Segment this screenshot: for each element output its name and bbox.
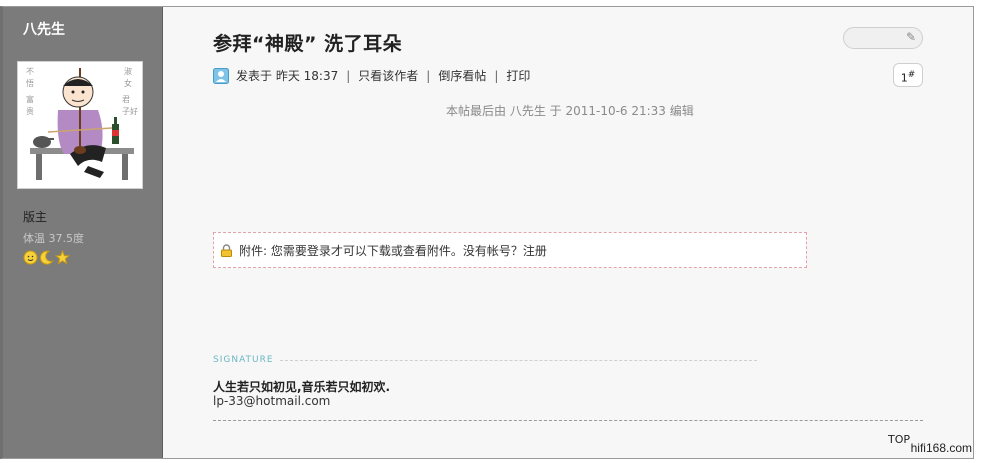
site-watermark: hifi168.com xyxy=(910,441,972,455)
register-link[interactable]: 注册 xyxy=(523,242,547,259)
avatar[interactable]: 不悟 富贵 淑女 君子好 xyxy=(17,61,143,189)
lock-icon xyxy=(221,243,232,257)
edited-note: 本帖最后由 八先生 于 2011-10-6 21:33 编辑 xyxy=(446,104,694,118)
post-search-pill[interactable]: ✎ xyxy=(843,27,923,49)
post-time: 发表于 昨天 18:37 xyxy=(236,69,339,83)
signature-divider: SIGNATURE xyxy=(213,355,757,365)
svg-text:不: 不 xyxy=(26,67,34,76)
pen-icon: ✎ xyxy=(905,30,916,44)
author-role: 版主 xyxy=(23,210,48,224)
reverse-order-link[interactable]: 倒序看帖 xyxy=(438,67,486,84)
floor-suffix: # xyxy=(907,70,916,80)
attachment-notice: 附件: 您需要登录才可以下载或查看附件。没有帐号？ 注册 xyxy=(213,232,807,268)
svg-text:悟: 悟 xyxy=(26,78,34,88)
star-medal-icon[interactable] xyxy=(55,250,70,265)
signature-email: lp-33@hotmail.com xyxy=(213,394,331,408)
post-content: 参拜“神殿” 洗了耳朵 ✎ 发表于 昨天 18:37 | 只看该作者 | 倒序看… xyxy=(163,7,973,458)
svg-text:贵: 贵 xyxy=(26,106,34,116)
meta-separator: | xyxy=(426,68,431,83)
medal-list xyxy=(23,250,70,265)
signature-line xyxy=(279,359,757,361)
author-sidebar: 八先生 不悟 富贵 淑女 君子好 版主 体温 37.5度 xyxy=(3,7,163,458)
author-temperature: 体温 37.5度 xyxy=(23,232,84,245)
signature-text: 人生若只如初见,音乐若只如初欢. xyxy=(213,380,391,394)
svg-text:子好: 子好 xyxy=(122,106,138,116)
avatar-illustration: 不悟 富贵 淑女 君子好 xyxy=(18,62,142,188)
post-title: 参拜“神殿” 洗了耳朵 xyxy=(213,33,403,55)
floor-number: 1 xyxy=(900,71,908,85)
svg-text:君: 君 xyxy=(122,95,130,104)
moon-medal-icon[interactable] xyxy=(39,250,54,265)
svg-text:女: 女 xyxy=(124,78,132,88)
sun-medal-icon[interactable] xyxy=(23,250,38,265)
svg-text:淑: 淑 xyxy=(124,66,132,76)
attachment-text: 附件: 您需要登录才可以下载或查看附件。没有帐号？ xyxy=(239,243,523,258)
signature-label: SIGNATURE xyxy=(213,355,274,365)
svg-text:富: 富 xyxy=(26,94,34,104)
post-meta: 发表于 昨天 18:37 | 只看该作者 | 倒序看帖 | 打印 xyxy=(213,67,530,84)
user-icon xyxy=(213,67,229,84)
post-bottom-divider xyxy=(213,420,923,421)
meta-separator: | xyxy=(346,68,351,83)
print-link[interactable]: 打印 xyxy=(506,67,530,84)
author-name[interactable]: 八先生 xyxy=(23,19,65,39)
post-frame: 八先生 不悟 富贵 淑女 君子好 版主 体温 37.5度 参拜“神殿” 洗了耳朵… xyxy=(0,6,974,459)
meta-separator: | xyxy=(494,68,499,83)
back-to-top-link[interactable]: TOP xyxy=(888,433,910,446)
floor-number-badge[interactable]: 1# xyxy=(893,63,923,87)
only-author-link[interactable]: 只看该作者 xyxy=(358,67,418,84)
